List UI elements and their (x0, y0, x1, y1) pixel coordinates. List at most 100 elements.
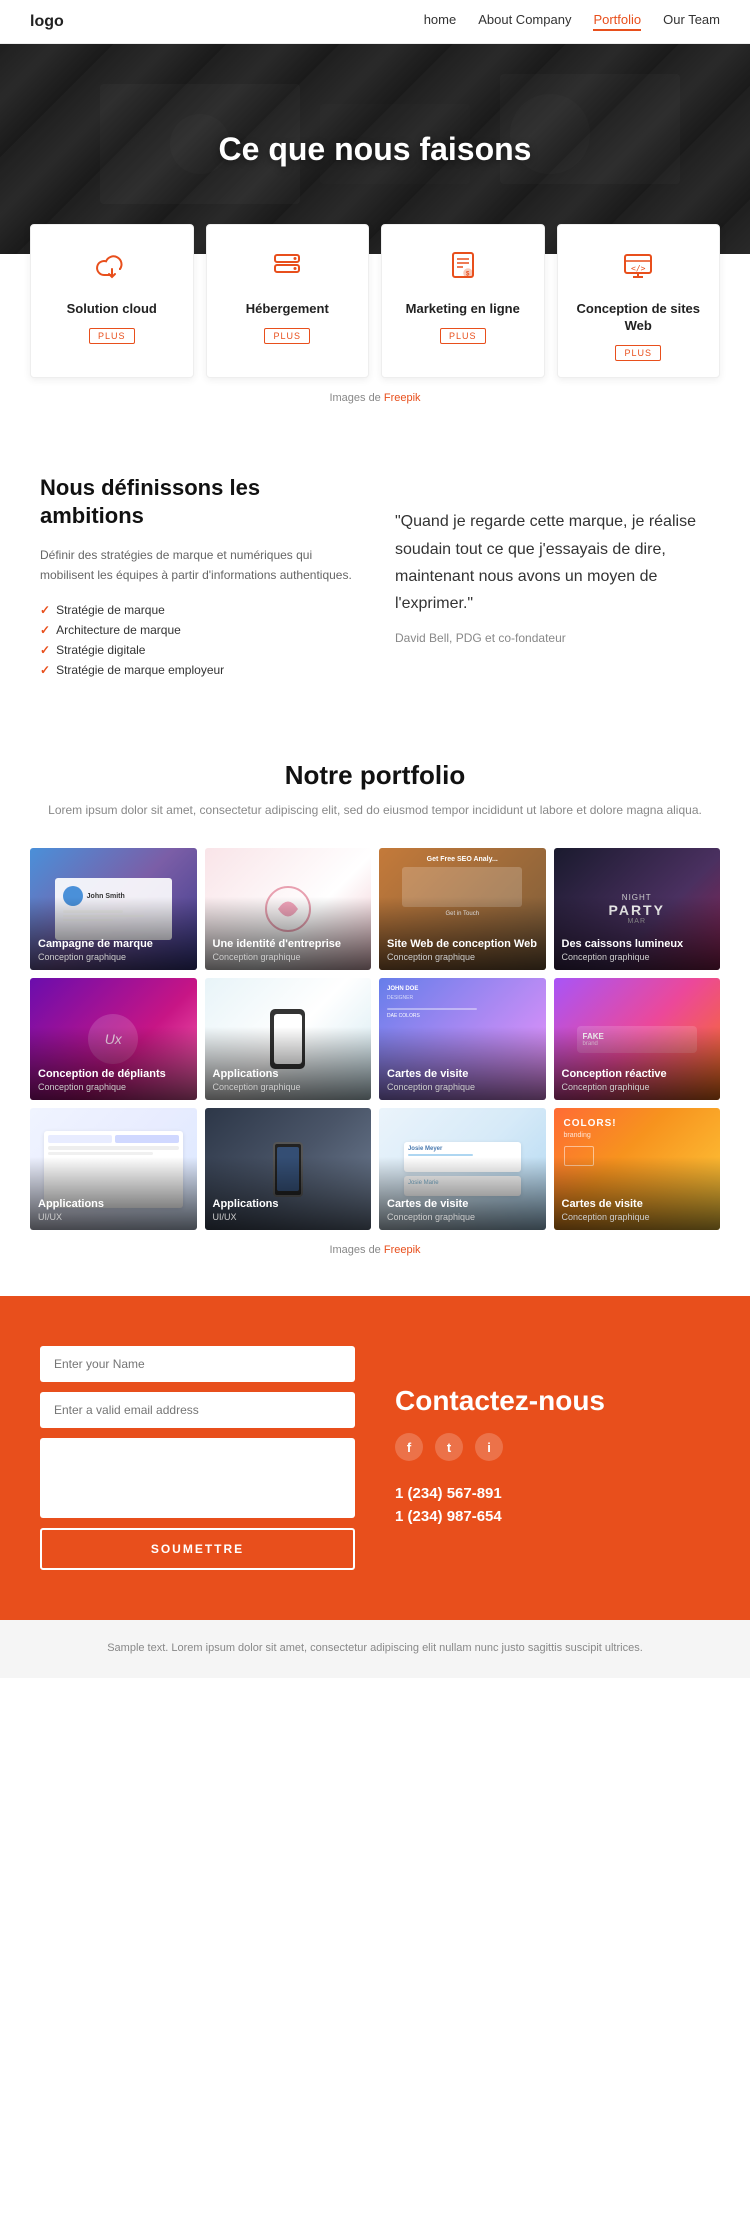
hosting-icon (221, 247, 355, 291)
services-section: Solution cloud PLUS Hébergement PLUS (0, 224, 750, 424)
portfolio-info-7: Cartes de visite Conception graphique (379, 1060, 546, 1100)
nav-about[interactable]: About Company (478, 12, 571, 31)
service-web-title: Conception de sites Web (572, 301, 706, 335)
hero-title: Ce que nous faisons (219, 131, 532, 168)
portfolio-thumb-4: NIGHT PARTY MAR Des caissons lumineux Co… (554, 848, 721, 970)
portfolio-info-1: Campagne de marque Conception graphique (30, 930, 197, 970)
portfolio-item-11[interactable]: Josie Meyer Josie Marie Cartes de visite… (379, 1108, 546, 1230)
service-hosting-plus[interactable]: PLUS (264, 328, 310, 344)
portfolio-cat-7: Conception graphique (387, 1082, 538, 1092)
portfolio-info-8: Conception réactive Conception graphique (554, 1060, 721, 1100)
service-cloud-plus[interactable]: PLUS (89, 328, 135, 344)
contact-phone-2: 1 (234) 987-654 (395, 1508, 710, 1525)
contact-form: SOUMETTRE (40, 1346, 355, 1570)
contact-title: Contactez-nous (395, 1385, 710, 1417)
twitter-icon[interactable]: t (435, 1433, 463, 1461)
nav-links: home About Company Portfolio Our Team (424, 12, 720, 31)
nav-home[interactable]: home (424, 12, 457, 31)
portfolio-cat-3: Conception graphique (387, 952, 538, 962)
portfolio-cat-8: Conception graphique (562, 1082, 713, 1092)
portfolio-info-6: Applications Conception graphique (205, 1060, 372, 1100)
about-list: Stratégie de marque Architecture de marq… (40, 600, 355, 680)
portfolio-info-3: Site Web de conception Web Conception gr… (379, 930, 546, 970)
contact-right: Contactez-nous f t i 1 (234) 567-891 1 (… (395, 1346, 710, 1570)
portfolio-item-12[interactable]: COLORS! branding Cartes de visite Concep… (554, 1108, 721, 1230)
portfolio-name-10: Applications (213, 1198, 364, 1211)
marketing-icon: $ (396, 247, 530, 291)
contact-email-input[interactable] (40, 1392, 355, 1428)
portfolio-cat-2: Conception graphique (213, 952, 364, 962)
portfolio-name-3: Site Web de conception Web (387, 938, 538, 951)
facebook-icon[interactable]: f (395, 1433, 423, 1461)
web-icon: </> (572, 247, 706, 291)
quote-text: "Quand je regarde cette marque, je réali… (395, 508, 710, 617)
service-marketing: $ Marketing en ligne PLUS (381, 224, 545, 378)
portfolio-thumb-12: COLORS! branding Cartes de visite Concep… (554, 1108, 721, 1230)
contact-section: SOUMETTRE Contactez-nous f t i 1 (234) 5… (0, 1296, 750, 1620)
portfolio-item-8[interactable]: FAKE brand Conception réactive Conceptio… (554, 978, 721, 1100)
portfolio-name-12: Cartes de visite (562, 1198, 713, 1211)
portfolio-grid: John Smith Campagne de marque Conception… (30, 848, 720, 1230)
hero-section: Ce que nous faisons (0, 44, 750, 254)
portfolio-item-6[interactable]: Applications Conception graphique (205, 978, 372, 1100)
portfolio-thumb-1: John Smith Campagne de marque Conception… (30, 848, 197, 970)
portfolio-name-4: Des caissons lumineux (562, 938, 713, 951)
about-title: Nous définissons les ambitions (40, 474, 355, 531)
portfolio-info-10: Applications UI/UX (205, 1190, 372, 1230)
list-item: Stratégie de marque employeur (40, 660, 355, 680)
portfolio-item-3[interactable]: Get Free SEO Analy... Get in Touch Site … (379, 848, 546, 970)
portfolio-name-1: Campagne de marque (38, 938, 189, 951)
portfolio-item-2[interactable]: Une identité d'entreprise Conception gra… (205, 848, 372, 970)
nav-portfolio[interactable]: Portfolio (593, 12, 641, 31)
portfolio-cat-12: Conception graphique (562, 1212, 713, 1222)
freepik-link[interactable]: Freepik (384, 392, 421, 404)
service-marketing-title: Marketing en ligne (396, 301, 530, 318)
footer: Sample text. Lorem ipsum dolor sit amet,… (0, 1620, 750, 1678)
services-grid: Solution cloud PLUS Hébergement PLUS (30, 224, 720, 378)
service-web-plus[interactable]: PLUS (615, 345, 661, 361)
nav-team[interactable]: Our Team (663, 12, 720, 31)
portfolio-item-9[interactable]: Applications UI/UX (30, 1108, 197, 1230)
portfolio-item-1[interactable]: John Smith Campagne de marque Conception… (30, 848, 197, 970)
portfolio-header: Notre portfolio Lorem ipsum dolor sit am… (30, 760, 720, 820)
social-icons: f t i (395, 1433, 710, 1461)
footer-text: Sample text. Lorem ipsum dolor sit amet,… (40, 1640, 710, 1658)
portfolio-item-10[interactable]: Applications UI/UX (205, 1108, 372, 1230)
service-cloud-title: Solution cloud (45, 301, 179, 318)
portfolio-item-5[interactable]: Ux Conception de dépliants Conception gr… (30, 978, 197, 1100)
portfolio-subtitle: Lorem ipsum dolor sit amet, consectetur … (30, 801, 720, 820)
portfolio-thumb-5: Ux Conception de dépliants Conception gr… (30, 978, 197, 1100)
service-cloud: Solution cloud PLUS (30, 224, 194, 378)
instagram-icon[interactable]: i (475, 1433, 503, 1461)
list-item: Architecture de marque (40, 620, 355, 640)
about-section: Nous définissons les ambitions Définir d… (0, 424, 750, 720)
list-item: Stratégie de marque (40, 600, 355, 620)
portfolio-cat-9: UI/UX (38, 1212, 189, 1222)
about-desc: Définir des stratégies de marque et numé… (40, 545, 355, 586)
portfolio-thumb-11: Josie Meyer Josie Marie Cartes de visite… (379, 1108, 546, 1230)
cloud-icon (45, 247, 179, 291)
service-hosting: Hébergement PLUS (206, 224, 370, 378)
portfolio-name-6: Applications (213, 1068, 364, 1081)
navbar: logo home About Company Portfolio Our Te… (0, 0, 750, 44)
portfolio-item-7[interactable]: JOHN DOE DESIGNER DAE COLORS Cartes de v… (379, 978, 546, 1100)
portfolio-title: Notre portfolio (30, 760, 720, 791)
portfolio-cat-11: Conception graphique (387, 1212, 538, 1222)
portfolio-cat-6: Conception graphique (213, 1082, 364, 1092)
contact-name-input[interactable] (40, 1346, 355, 1382)
list-item: Stratégie digitale (40, 640, 355, 660)
portfolio-cat-10: UI/UX (213, 1212, 364, 1222)
portfolio-section: Notre portfolio Lorem ipsum dolor sit am… (0, 720, 750, 1276)
services-credit: Images de Freepik (30, 392, 720, 404)
portfolio-info-5: Conception de dépliants Conception graph… (30, 1060, 197, 1100)
portfolio-thumb-8: FAKE brand Conception réactive Conceptio… (554, 978, 721, 1100)
portfolio-freepik-link[interactable]: Freepik (384, 1244, 421, 1256)
service-hosting-title: Hébergement (221, 301, 355, 318)
service-marketing-plus[interactable]: PLUS (440, 328, 486, 344)
contact-submit-button[interactable]: SOUMETTRE (40, 1528, 355, 1570)
portfolio-info-11: Cartes de visite Conception graphique (379, 1190, 546, 1230)
portfolio-info-2: Une identité d'entreprise Conception gra… (205, 930, 372, 970)
portfolio-item-4[interactable]: NIGHT PARTY MAR Des caissons lumineux Co… (554, 848, 721, 970)
contact-message-input[interactable] (40, 1438, 355, 1518)
portfolio-name-5: Conception de dépliants (38, 1068, 189, 1081)
